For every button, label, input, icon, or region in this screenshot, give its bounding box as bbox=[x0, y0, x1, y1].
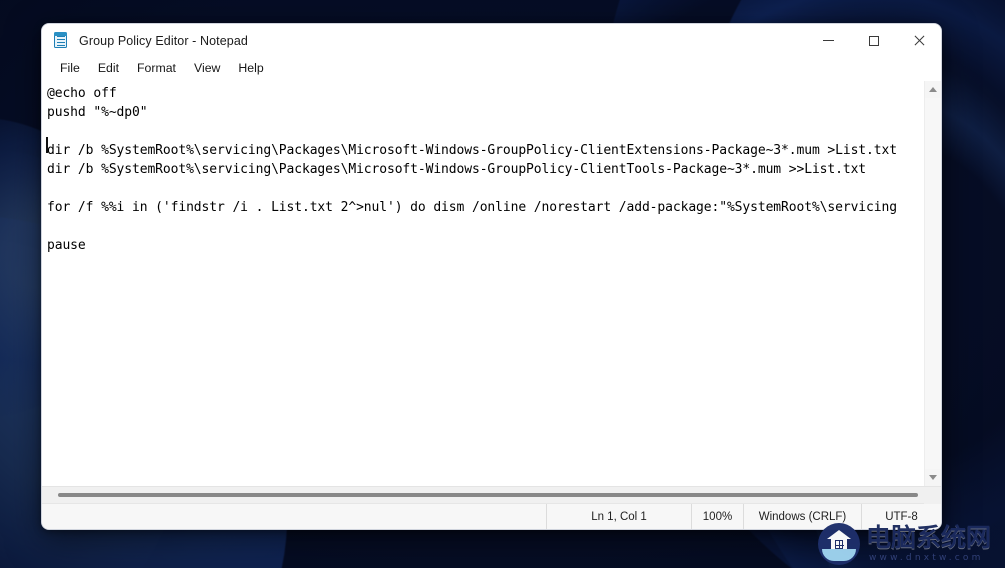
window-controls bbox=[806, 24, 941, 57]
menu-item-view[interactable]: View bbox=[185, 59, 229, 78]
editor-content: @echo off pushd "%~dp0" dir /b %SystemRo… bbox=[47, 86, 897, 253]
vertical-scrollbar[interactable] bbox=[924, 81, 941, 486]
scroll-down-button[interactable] bbox=[925, 469, 941, 486]
notepad-window: Group Policy Editor - Notepad File Edit … bbox=[41, 23, 942, 530]
minimize-icon bbox=[823, 40, 834, 41]
status-zoom-level[interactable]: 100% bbox=[691, 504, 743, 529]
maximize-icon bbox=[868, 35, 879, 46]
close-icon bbox=[913, 35, 925, 47]
vertical-scrollbar-track[interactable] bbox=[925, 98, 941, 469]
scroll-up-button[interactable] bbox=[925, 81, 941, 98]
window-title: Group Policy Editor - Notepad bbox=[79, 33, 248, 48]
menu-item-format[interactable]: Format bbox=[128, 59, 185, 78]
chevron-down-icon bbox=[929, 475, 937, 480]
close-button[interactable] bbox=[896, 24, 941, 57]
text-editor[interactable]: @echo off pushd "%~dp0" dir /b %SystemRo… bbox=[42, 81, 924, 486]
status-cursor-position: Ln 1, Col 1 bbox=[546, 504, 691, 529]
minimize-button[interactable] bbox=[806, 24, 851, 57]
notepad-icon bbox=[53, 32, 70, 49]
status-bar: Ln 1, Col 1 100% Windows (CRLF) UTF-8 bbox=[42, 503, 941, 529]
horizontal-scrollbar[interactable] bbox=[42, 486, 941, 504]
menu-item-edit[interactable]: Edit bbox=[89, 59, 128, 78]
status-line-ending[interactable]: Windows (CRLF) bbox=[743, 504, 861, 529]
title-bar[interactable]: Group Policy Editor - Notepad bbox=[42, 24, 941, 57]
scrollbar-corner bbox=[924, 487, 941, 504]
chevron-up-icon bbox=[929, 87, 937, 92]
status-encoding[interactable]: UTF-8 bbox=[861, 504, 941, 529]
editor-area: @echo off pushd "%~dp0" dir /b %SystemRo… bbox=[42, 80, 941, 486]
status-bar-spacer bbox=[42, 504, 546, 529]
menu-bar: File Edit Format View Help bbox=[42, 57, 941, 80]
menu-item-file[interactable]: File bbox=[51, 59, 89, 78]
menu-item-help[interactable]: Help bbox=[229, 59, 272, 78]
horizontal-scrollbar-thumb[interactable] bbox=[58, 493, 918, 497]
maximize-button[interactable] bbox=[851, 24, 896, 57]
